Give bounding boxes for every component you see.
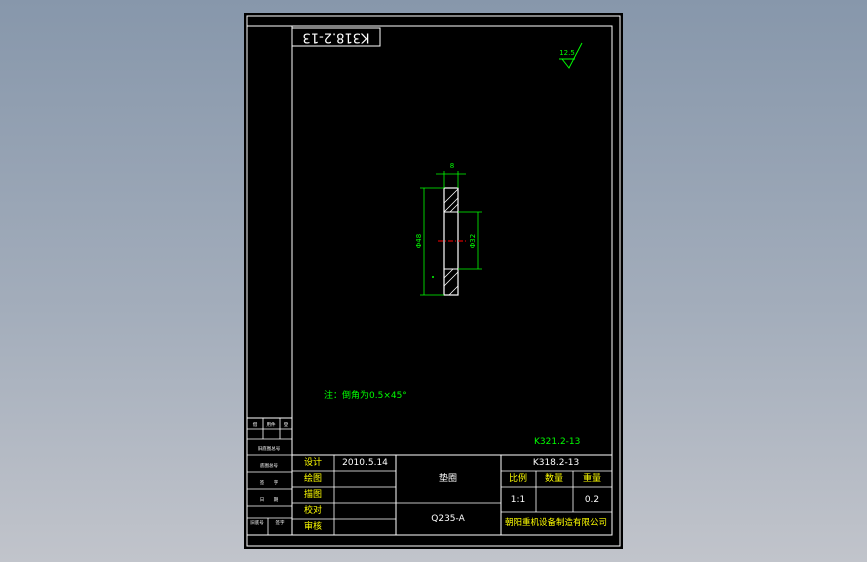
svg-text:字: 字: [274, 479, 279, 486]
weight-value: 0.2: [585, 495, 599, 505]
dim-thickness: 8: [450, 162, 454, 170]
label-review: 审核: [304, 520, 322, 532]
ref-code: K321.2-13: [534, 437, 580, 447]
label-design: 设计: [304, 456, 322, 468]
chamfer-note: 注：倒角为0.5×45°: [324, 389, 407, 401]
label-check: 校对: [304, 504, 322, 516]
svg-text:底图总号: 底图总号: [260, 462, 278, 469]
label-weight: 重量: [583, 472, 601, 484]
header-code: K318.2-13: [303, 30, 370, 45]
washer-section: [438, 187, 466, 296]
svg-text:登: 登: [284, 421, 289, 428]
svg-text:签字: 签字: [276, 519, 285, 526]
drawing-number: K318.2-13: [533, 458, 579, 468]
material: Q235-A: [431, 514, 465, 524]
label-trace: 描图: [304, 488, 322, 500]
part-name: 垫圈: [439, 472, 457, 484]
dimensions: 8 Φ48 Φ32: [415, 162, 482, 296]
surface-finish-symbol: 12.5: [559, 42, 583, 69]
design-date: 2010.5.14: [342, 458, 388, 468]
svg-text:旧底号: 旧底号: [250, 519, 264, 526]
cad-viewport[interactable]: K318.2-13 12.5 8 Φ48 Φ32 注：倒角为0.5×45° K3…: [0, 0, 867, 562]
side-stub-table: 借 用件 登 旧底图总号 底图总号 签 字 日 期 旧底号 签字: [246, 417, 293, 536]
svg-text:用件: 用件: [267, 421, 276, 428]
dim-outer: Φ48: [415, 234, 423, 248]
scale-value: 1:1: [511, 495, 525, 505]
svg-text:签: 签: [260, 479, 265, 486]
svg-text:期: 期: [274, 497, 279, 503]
svg-text:日: 日: [260, 497, 265, 503]
label-draw: 绘图: [304, 472, 322, 484]
company-name: 朝阳重机设备制造有限公司: [505, 517, 607, 528]
dim-inner: Φ32: [469, 234, 477, 248]
svg-text:旧底图总号: 旧底图总号: [258, 445, 281, 452]
svg-text:借: 借: [253, 421, 258, 428]
surface-finish-value: 12.5: [559, 49, 575, 57]
title-block: 设计 2010.5.14 绘图 描图 校对 审核 垫圈 Q235-A K318.…: [291, 454, 613, 536]
label-quantity: 数量: [545, 472, 563, 484]
label-scale: 比例: [509, 472, 527, 484]
drawing-svg: K318.2-13 12.5 8 Φ48 Φ32 注：倒角为0.5×45° K3…: [246, 15, 621, 547]
drawing-sheet: K318.2-13 12.5 8 Φ48 Φ32 注：倒角为0.5×45° K3…: [244, 13, 623, 549]
